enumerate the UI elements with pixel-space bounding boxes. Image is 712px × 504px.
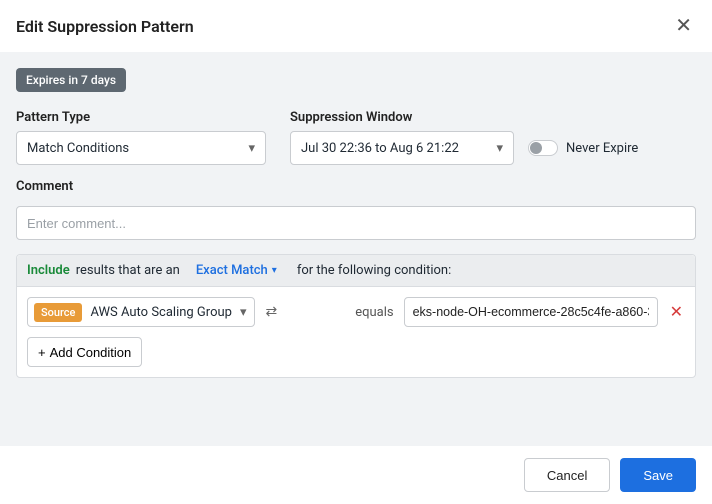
condition-value-input[interactable]	[404, 297, 658, 327]
suppression-window-label: Suppression Window	[290, 110, 696, 125]
modal-footer: Cancel Save	[0, 446, 712, 504]
rule-body: Source AWS Auto Scaling Group ▾ ⇄ equals…	[17, 287, 695, 377]
source-chip: Source	[34, 303, 82, 322]
never-expire-control: Never Expire	[528, 140, 638, 156]
condition-source-select[interactable]: Source AWS Auto Scaling Group ▾	[27, 297, 255, 327]
include-text: Include	[27, 263, 70, 278]
suppression-window-row: Jul 30 22:36 to Aug 6 21:22 ▾ Never Expi…	[290, 131, 696, 165]
pattern-type-label: Pattern Type	[16, 110, 266, 125]
pattern-type-field: Pattern Type Match Conditions ▾	[16, 110, 266, 165]
modal-header: Edit Suppression Pattern ✕	[0, 0, 712, 52]
condition-row: Source AWS Auto Scaling Group ▾ ⇄ equals…	[27, 297, 685, 327]
toggle-knob	[530, 142, 542, 154]
operator-label: equals	[355, 305, 393, 320]
rule-text-2: for the following condition:	[297, 263, 451, 278]
save-button[interactable]: Save	[620, 458, 696, 492]
add-condition-label: Add Condition	[50, 345, 132, 360]
pattern-type-select[interactable]: Match Conditions ▾	[16, 131, 266, 165]
rule-header: Include results that are an Exact Match …	[17, 255, 695, 287]
suppression-window-value: Jul 30 22:36 to Aug 6 21:22	[301, 141, 459, 156]
comment-input[interactable]	[16, 206, 696, 240]
remove-icon: ✕	[670, 304, 683, 321]
remove-condition-button[interactable]: ✕	[668, 300, 685, 324]
add-condition-button[interactable]: + Add Condition	[27, 337, 142, 367]
suppression-window-field: Suppression Window Jul 30 22:36 to Aug 6…	[290, 110, 696, 165]
comment-field: Comment	[16, 179, 696, 240]
comment-label: Comment	[16, 179, 696, 194]
rule-text-1: results that are an	[76, 263, 180, 278]
chevron-down-icon: ▾	[248, 141, 255, 156]
cancel-button[interactable]: Cancel	[524, 458, 610, 492]
chevron-down-icon: ▾	[272, 265, 277, 276]
expiry-badge: Expires in 7 days	[16, 68, 126, 92]
source-value: AWS Auto Scaling Group	[82, 305, 240, 320]
swap-icon[interactable]: ⇄	[265, 304, 277, 320]
plus-icon: +	[38, 345, 46, 360]
match-mode-select[interactable]: Exact Match ▾	[196, 263, 277, 278]
rule-card: Include results that are an Exact Match …	[16, 254, 696, 378]
never-expire-label: Never Expire	[566, 141, 638, 156]
suppression-window-select[interactable]: Jul 30 22:36 to Aug 6 21:22 ▾	[290, 131, 514, 165]
close-icon: ✕	[675, 15, 692, 37]
pattern-type-value: Match Conditions	[27, 141, 129, 156]
close-button[interactable]: ✕	[671, 12, 696, 40]
top-row: Pattern Type Match Conditions ▾ Suppress…	[16, 110, 696, 165]
modal-title: Edit Suppression Pattern	[16, 17, 194, 36]
chevron-down-icon: ▾	[240, 305, 255, 320]
edit-suppression-modal: Edit Suppression Pattern ✕ Expires in 7 …	[0, 0, 712, 504]
match-mode-value: Exact Match	[196, 263, 268, 278]
never-expire-toggle[interactable]	[528, 140, 558, 156]
modal-body: Expires in 7 days Pattern Type Match Con…	[0, 52, 712, 446]
chevron-down-icon: ▾	[496, 141, 503, 156]
